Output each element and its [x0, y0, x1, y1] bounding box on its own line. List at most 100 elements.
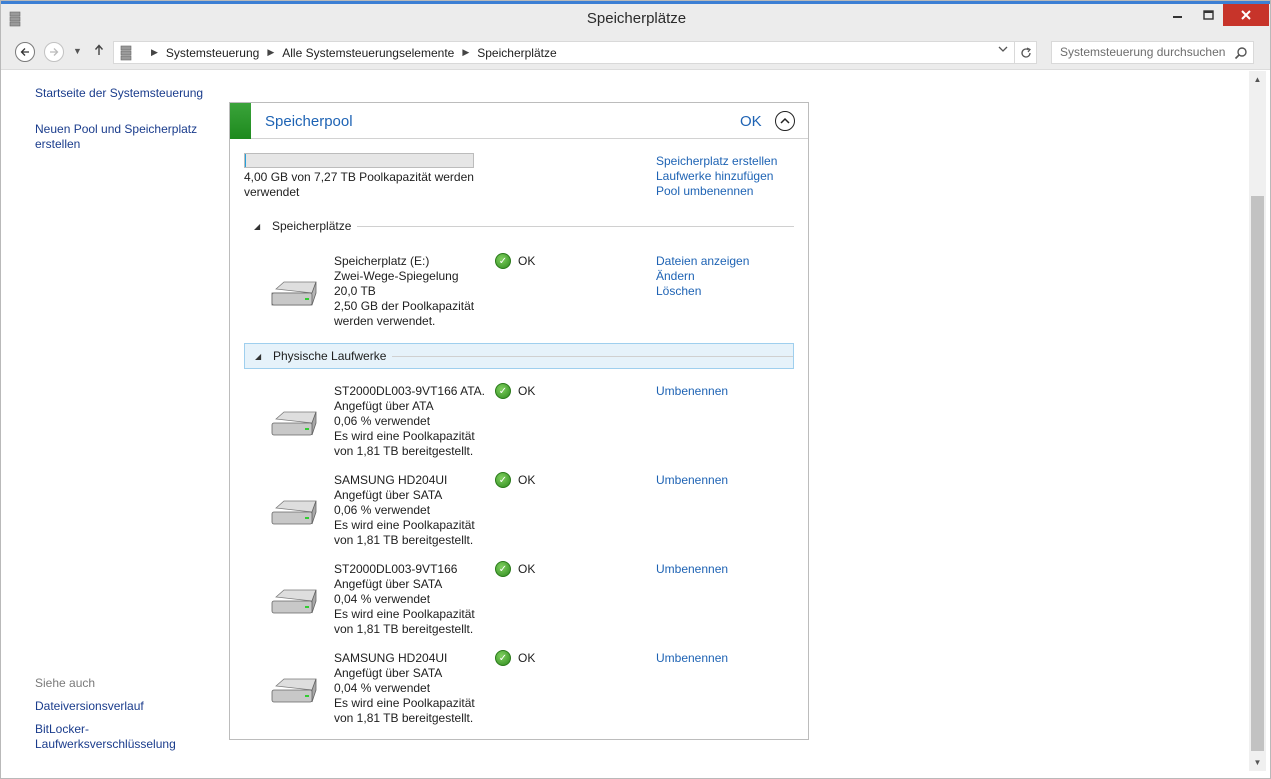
drive-pool-capacity-cont: von 1,81 TB bereitgestellt.: [334, 711, 474, 725]
breadcrumb-item-systemsteuerung[interactable]: Systemsteuerung: [166, 46, 259, 60]
breadcrumb: ▶ Systemsteuerung ▶ Alle Systemsteuerung…: [114, 42, 557, 63]
drive-pool-capacity: Es wird eine Poolkapazität: [334, 518, 475, 532]
storage-pool-panel: Speicherpool OK 4,00 GB von 7,27 TB Pool…: [229, 102, 809, 740]
rename-pool-link[interactable]: Pool umbenennen: [656, 184, 753, 199]
delete-space-link[interactable]: Löschen: [656, 284, 701, 299]
physical-drives-section-label: Physische Laufwerke: [273, 349, 387, 363]
window: Speicherplätze ▼ ▶ Systemsteuerung ▶ All…: [0, 0, 1271, 779]
scroll-up-button[interactable]: ▲: [1249, 71, 1266, 88]
scrollbar-thumb[interactable]: [1251, 196, 1264, 751]
rename-drive-link[interactable]: Umbenennen: [656, 384, 728, 399]
hard-drive-icon: [271, 678, 317, 703]
breadcrumb-separator[interactable]: ▶: [462, 47, 469, 58]
drive-used: 0,06 % verwendet: [334, 503, 431, 517]
hard-drive-icon: [271, 281, 317, 306]
drive-pool-capacity-cont: von 1,81 TB bereitgestellt.: [334, 533, 474, 547]
drive-status: ✓ OK: [495, 472, 535, 488]
drive-status-text: OK: [518, 651, 536, 665]
drive-used: 0,04 % verwendet: [334, 681, 431, 695]
ok-checkmark-icon: ✓: [495, 650, 511, 666]
back-button[interactable]: [15, 42, 35, 62]
window-title: Speicherplätze: [586, 10, 687, 27]
vertical-scrollbar[interactable]: ▲ ▼: [1249, 71, 1266, 771]
drive-pool-capacity: Es wird eine Poolkapazität: [334, 696, 475, 710]
rename-drive-link[interactable]: Umbenennen: [656, 651, 728, 666]
title-bar[interactable]: Speicherplätze: [1, 4, 1270, 34]
chevron-down-icon: [998, 46, 1008, 52]
breadcrumb-separator[interactable]: ▶: [267, 47, 274, 58]
view-files-link[interactable]: Dateien anzeigen: [656, 254, 749, 269]
drive-status-text: OK: [518, 562, 536, 576]
ok-checkmark-icon: ✓: [495, 472, 511, 488]
search-icon[interactable]: [1234, 46, 1248, 60]
breadcrumb-separator[interactable]: ▶: [151, 47, 158, 58]
breadcrumb-item-alle-elemente[interactable]: Alle Systemsteuerungselemente: [282, 46, 454, 60]
storage-space-resiliency: Zwei-Wege-Spiegelung: [334, 269, 459, 283]
rename-drive-link[interactable]: Umbenennen: [656, 473, 728, 488]
breadcrumb-item-speicherplaetze[interactable]: Speicherplätze: [477, 46, 556, 60]
forward-arrow-icon: [50, 48, 59, 56]
close-button[interactable]: [1223, 4, 1269, 26]
section-divider: [357, 226, 794, 227]
minimize-button[interactable]: [1163, 4, 1193, 26]
add-drives-link[interactable]: Laufwerke hinzufügen: [656, 169, 773, 184]
hard-drive-icon: [271, 500, 317, 525]
storage-space-name: Speicherplatz (E:): [334, 254, 430, 268]
change-space-link[interactable]: Ändern: [656, 269, 695, 284]
drive-status: ✓ OK: [495, 650, 535, 666]
storage-space-size: 20,0 TB: [334, 284, 376, 298]
drive-attached: Angefügt über SATA: [334, 666, 443, 680]
back-arrow-icon: [20, 48, 29, 56]
section-divider: [392, 356, 793, 357]
drive-name: ST2000DL003-9VT166: [334, 562, 458, 576]
minimize-icon: [1173, 16, 1182, 18]
address-dropdown-button[interactable]: [998, 45, 1008, 55]
maximize-button[interactable]: [1193, 4, 1223, 26]
drive-pool-capacity-cont: von 1,81 TB bereitgestellt.: [334, 444, 474, 458]
rename-drive-link[interactable]: Umbenennen: [656, 562, 728, 577]
expand-triangle-icon[interactable]: ◢: [254, 222, 272, 231]
storage-pool-header: Speicherpool OK: [230, 103, 808, 139]
drive-name: SAMSUNG HD204UI: [334, 651, 448, 665]
see-also-heading: Siehe auch: [35, 676, 96, 690]
sidebar-link-bitlocker[interactable]: BitLocker-Laufwerksverschlüsselung: [35, 722, 185, 752]
up-button[interactable]: [94, 43, 104, 60]
storage-space-usage: 2,50 GB der Poolkapazität: [334, 299, 475, 313]
drive-attached: Angefügt über SATA: [334, 577, 443, 591]
storage-space-usage-cont: werden verwendet.: [334, 314, 436, 328]
expand-triangle-icon[interactable]: ◢: [255, 352, 273, 361]
drive-status: ✓ OK: [495, 561, 535, 577]
drive-pool-capacity: Es wird eine Poolkapazität: [334, 429, 475, 443]
search-input[interactable]: Systemsteuerung durchsuchen: [1060, 42, 1225, 63]
ok-checkmark-icon: ✓: [495, 561, 511, 577]
hard-drive-icon: [271, 589, 317, 614]
sidebar-link-file-history[interactable]: Dateiversionsverlauf: [35, 699, 144, 714]
refresh-icon: [1021, 46, 1031, 58]
drive-attached: Angefügt über SATA: [334, 488, 443, 502]
storage-spaces-section-label: Speicherplätze: [272, 219, 352, 233]
close-icon: [1241, 10, 1251, 20]
storage-spaces-location-icon: [120, 45, 132, 60]
physical-drives-section-header[interactable]: ◢ Physische Laufwerke: [244, 343, 794, 369]
drive-name: SAMSUNG HD204UI: [334, 473, 448, 487]
collapse-pool-button[interactable]: [775, 111, 795, 131]
storage-spaces-section-header[interactable]: ◢ Speicherplätze: [244, 213, 794, 239]
up-arrow-icon: [94, 44, 104, 55]
pool-status: OK: [740, 113, 762, 130]
storage-space-status: ✓ OK: [495, 253, 535, 269]
refresh-button[interactable]: [1014, 42, 1037, 63]
ok-checkmark-icon: ✓: [495, 383, 511, 399]
scroll-down-button[interactable]: ▼: [1249, 754, 1266, 771]
sidebar-link-create-pool[interactable]: Neuen Pool und Speicherplatz erstellen: [35, 122, 205, 152]
drive-status-text: OK: [518, 473, 536, 487]
sidebar-link-control-panel-home[interactable]: Startseite der Systemsteuerung: [35, 86, 210, 101]
address-bar[interactable]: ▶ Systemsteuerung ▶ Alle Systemsteuerung…: [113, 41, 1037, 64]
pool-capacity-bar: [244, 153, 474, 168]
recent-locations-dropdown[interactable]: ▼: [73, 46, 82, 56]
search-box[interactable]: Systemsteuerung durchsuchen: [1051, 41, 1254, 64]
navigation-bar: ▼ ▶ Systemsteuerung ▶ Alle Systemsteueru…: [1, 34, 1270, 70]
storage-space-status-text: OK: [518, 254, 536, 268]
create-space-link[interactable]: Speicherplatz erstellen: [656, 154, 777, 169]
forward-button[interactable]: [44, 42, 64, 62]
ok-checkmark-icon: ✓: [495, 253, 511, 269]
